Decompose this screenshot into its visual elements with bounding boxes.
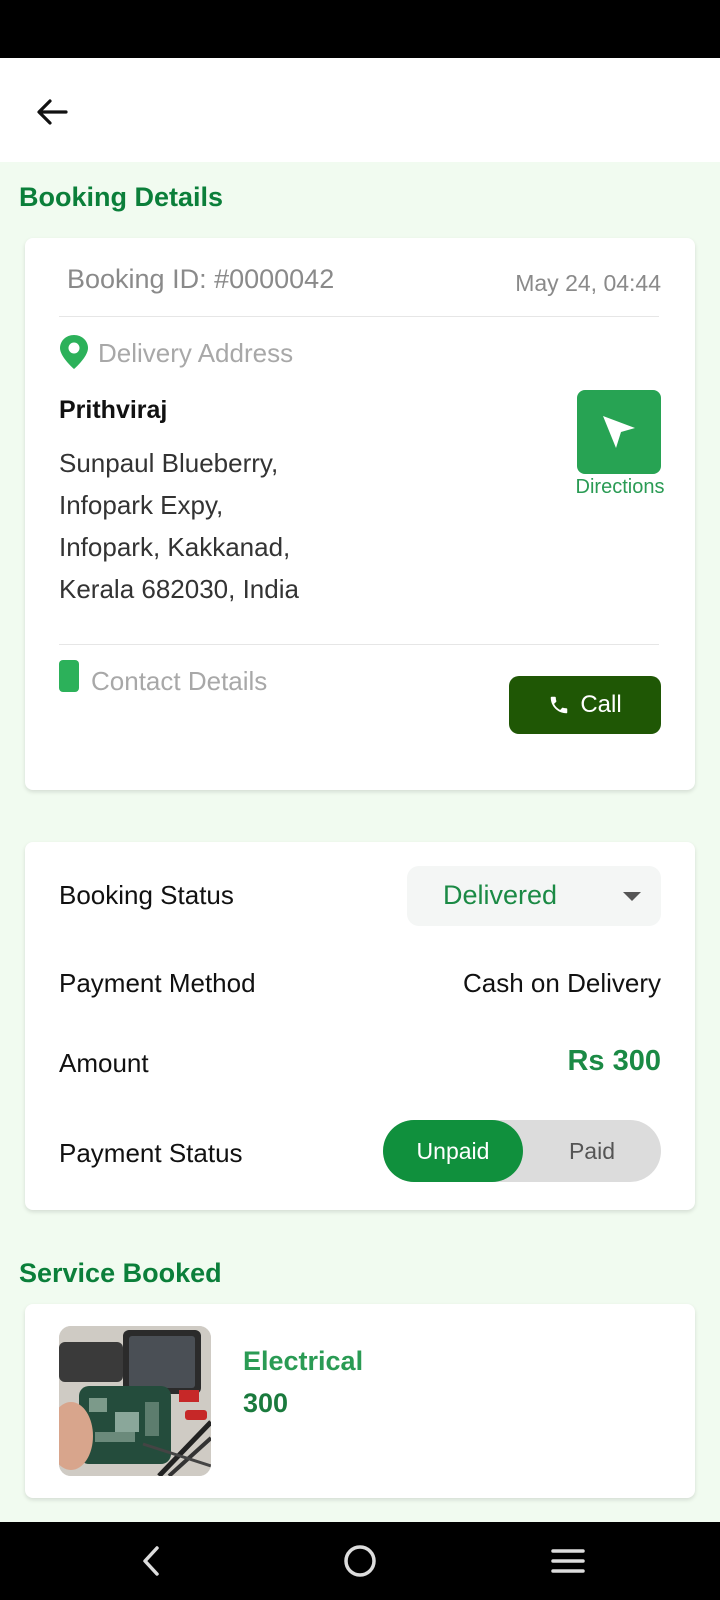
arrow-left-icon	[37, 99, 68, 125]
delivery-address-label: Delivery Address	[98, 338, 294, 368]
mobile-phone-icon	[59, 660, 79, 692]
directions-button[interactable]	[577, 390, 661, 474]
payment-method-label: Payment Method	[59, 968, 256, 998]
booking-id: Booking ID: #0000042	[67, 264, 335, 294]
call-button[interactable]: Call	[509, 676, 661, 734]
directions-label[interactable]: Directions	[565, 476, 675, 499]
booking-details-heading: Booking Details	[19, 182, 224, 212]
call-label: Call	[580, 691, 622, 718]
booking-date: May 24, 04:44	[515, 270, 661, 296]
chevron-left-icon	[143, 1546, 159, 1576]
status-card: Booking Status Delivered Payment Method …	[25, 842, 695, 1210]
app-bar	[0, 58, 720, 162]
address-line: Infopark, Kakkanad,	[59, 532, 291, 562]
system-status-bar	[0, 0, 720, 58]
customer-name: Prithviraj	[59, 396, 168, 424]
booking-card: Booking ID: #0000042 May 24, 04:44 Deliv…	[25, 238, 695, 790]
service-price: 300	[243, 1388, 289, 1418]
nav-recents-button[interactable]	[543, 1536, 593, 1586]
service-name: Electrical	[243, 1346, 364, 1376]
amount-value: Rs 300	[567, 1045, 661, 1077]
system-navigation-bar	[0, 1522, 720, 1600]
divider	[59, 316, 659, 317]
address-line: Infopark Expy,	[59, 490, 224, 520]
service-card[interactable]: Electrical 300	[25, 1304, 695, 1498]
booking-status-value: Delivered	[443, 880, 558, 910]
booking-status-dropdown[interactable]: Delivered	[407, 866, 661, 926]
unpaid-option[interactable]: Unpaid	[383, 1120, 523, 1182]
navigation-arrow-icon	[603, 416, 635, 448]
circle-home-icon	[344, 1545, 376, 1577]
menu-lines-icon	[551, 1549, 585, 1573]
phone-handset-icon	[551, 696, 568, 714]
payment-status-label: Payment Status	[59, 1138, 243, 1168]
back-button[interactable]	[28, 88, 76, 136]
caret-down-icon	[623, 892, 641, 901]
address-line: Sunpaul Blueberry,	[59, 448, 279, 478]
location-pin-icon	[60, 335, 88, 369]
contact-details-label: Contact Details	[91, 666, 268, 696]
booking-status-label: Booking Status	[59, 880, 234, 910]
amount-label: Amount	[59, 1048, 149, 1078]
divider	[59, 644, 659, 645]
nav-home-button[interactable]	[335, 1536, 385, 1586]
payment-status-toggle: Unpaid Paid	[383, 1120, 661, 1182]
address-line: Kerala 682030, India	[59, 574, 299, 604]
payment-method-value: Cash on Delivery	[463, 968, 661, 998]
service-image	[59, 1326, 211, 1476]
nav-back-button[interactable]	[126, 1536, 176, 1586]
service-booked-heading: Service Booked	[19, 1258, 222, 1288]
paid-option[interactable]: Paid	[523, 1120, 661, 1182]
